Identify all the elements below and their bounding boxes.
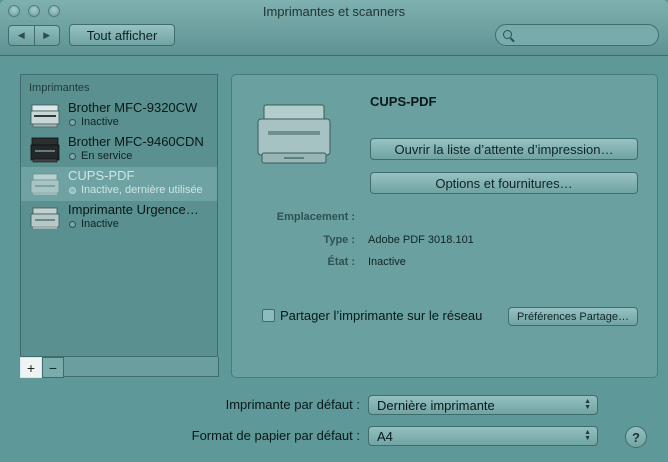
status-indicator-icon: [69, 119, 76, 126]
add-remove-controls: + −: [20, 357, 64, 378]
state-label: État :: [327, 256, 356, 268]
show-all-button[interactable]: Tout afficher: [69, 24, 175, 46]
printer-name: Brother MFC-9460CDN: [68, 134, 204, 149]
default-printer-label: Imprimante par défaut :: [225, 397, 360, 412]
default-paper-label: Format de papier par défaut :: [191, 428, 360, 443]
state-value: Inactive: [368, 256, 406, 268]
add-printer-button[interactable]: +: [20, 357, 42, 378]
printer-list-header: Imprimantes: [29, 82, 90, 94]
selected-printer-name: CUPS-PDF: [370, 94, 437, 109]
forward-arrow-icon[interactable]: ▶: [33, 26, 60, 45]
status-indicator-icon: [69, 153, 76, 160]
popup-arrows-icon: ▲ ▼: [584, 429, 591, 442]
status-indicator-icon: [69, 221, 76, 228]
multifunction-printer-icon: [30, 137, 60, 163]
printer-item-brother-9320[interactable]: Brother MFC-9320CW Inactive: [21, 99, 217, 133]
options-supplies-button[interactable]: Options et fournitures…: [370, 172, 638, 194]
type-label: Type :: [323, 234, 355, 246]
printer-status: Inactive, dernière utilisée: [81, 184, 203, 196]
printer-large-icon: [257, 104, 331, 164]
title-bar: Imprimantes et scanners ◀ ▶ Tout affiche…: [0, 0, 668, 56]
printers-scanners-window: Imprimantes et scanners ◀ ▶ Tout affiche…: [0, 0, 668, 462]
printer-status: Inactive: [81, 116, 119, 128]
help-button[interactable]: ?: [625, 426, 647, 448]
back-forward-control: ◀ ▶: [8, 25, 60, 46]
search-icon: [503, 30, 512, 39]
default-paper-popup[interactable]: A4 ▲ ▼: [368, 426, 598, 446]
window-title: Imprimantes et scanners: [262, 4, 406, 19]
printer-item-cups-pdf[interactable]: CUPS-PDF Inactive, dernière utilisée: [21, 167, 217, 201]
search-field[interactable]: [495, 24, 659, 46]
open-print-queue-button[interactable]: Ouvrir la liste d’attente d’impression…: [370, 138, 638, 160]
type-value: Adobe PDF 3018.101: [368, 234, 474, 246]
printer-detail-panel: CUPS-PDF Ouvrir la liste d’attente d’imp…: [231, 74, 658, 378]
printer-item-brother-9460[interactable]: Brother MFC-9460CDN En service: [21, 133, 217, 167]
sharing-preferences-button[interactable]: Préférences Partage…: [508, 307, 638, 326]
printer-list[interactable]: Imprimantes Brother MFC-9320CW Inactive …: [20, 74, 219, 377]
location-label: Emplacement :: [276, 211, 355, 223]
printer-status: En service: [81, 150, 133, 162]
printer-name: Imprimante Urgence…: [68, 202, 199, 217]
printer-icon: [30, 173, 60, 195]
printer-item-urgence[interactable]: Imprimante Urgence… Inactive: [21, 201, 217, 235]
share-printer-label[interactable]: Partager l’imprimante sur le réseau: [280, 308, 482, 323]
remove-printer-button[interactable]: −: [42, 357, 64, 378]
printer-icon: [30, 207, 60, 229]
default-printer-popup[interactable]: Dernière imprimante ▲ ▼: [368, 395, 598, 415]
printer-name: Brother MFC-9320CW: [68, 100, 198, 115]
printer-name: CUPS-PDF: [68, 168, 135, 183]
share-printer-checkbox[interactable]: [262, 309, 275, 322]
back-arrow-icon[interactable]: ◀: [9, 26, 34, 45]
printer-status: Inactive: [81, 218, 119, 230]
default-paper-value: A4: [377, 428, 393, 444]
status-indicator-icon: [69, 187, 76, 194]
default-printer-value: Dernière imprimante: [377, 397, 495, 413]
multifunction-printer-icon: [30, 104, 60, 128]
popup-arrows-icon: ▲ ▼: [584, 398, 591, 411]
